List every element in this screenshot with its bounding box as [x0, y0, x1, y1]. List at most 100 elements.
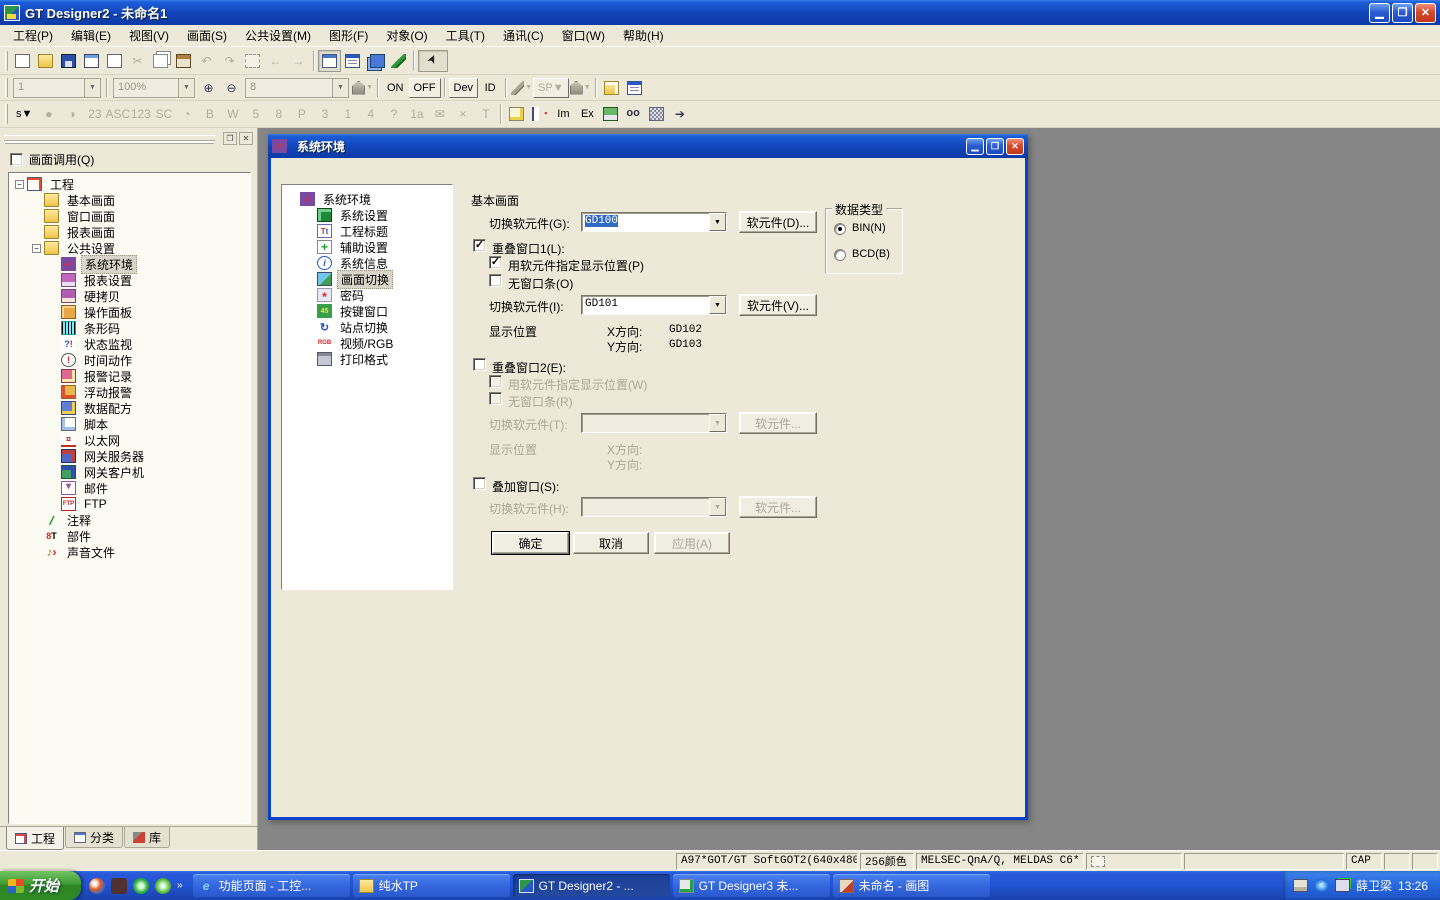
combo-dropdown-icon[interactable]: ▼: [709, 213, 726, 231]
tree-expander-icon[interactable]: −: [32, 244, 41, 253]
task-gtd2[interactable]: GT Designer2 - ...: [513, 874, 670, 897]
device-v-button[interactable]: 软元件(V)...: [739, 294, 817, 316]
project-tree-item[interactable]: 状态监视: [9, 336, 250, 352]
task-folder[interactable]: 纯水TP: [353, 874, 510, 897]
project-tree-item[interactable]: 时间动作: [9, 352, 250, 368]
project-tree-item[interactable]: 报表设置: [9, 272, 250, 288]
project-tree-item[interactable]: 条形码: [9, 320, 250, 336]
grid-on-button[interactable]: ON: [382, 78, 409, 98]
project-tree-item[interactable]: 操作面板: [9, 304, 250, 320]
minimize-button[interactable]: ▁: [1369, 3, 1390, 23]
data-browse-icon[interactable]: ➔: [668, 103, 691, 125]
language-bar-icon[interactable]: <: [1314, 879, 1329, 892]
menu-item-5[interactable]: 图形(F): [320, 25, 377, 46]
comment-pen-icon[interactable]: [387, 50, 410, 72]
menu-item-3[interactable]: 画面(S): [178, 25, 236, 46]
combo-dropdown-icon[interactable]: ▼: [709, 296, 726, 314]
keyboard-icon[interactable]: [1293, 879, 1308, 892]
close-button[interactable]: ✕: [1415, 3, 1436, 23]
zoom-in-icon[interactable]: ⊕: [197, 77, 220, 99]
dialog-close-button[interactable]: ✕: [1006, 138, 1024, 155]
project-tree-item[interactable]: 脚本: [9, 416, 250, 432]
project-tree-item[interactable]: 系统环境: [9, 256, 250, 272]
cancel-button[interactable]: 取消: [573, 532, 649, 554]
panel-grip[interactable]: [4, 135, 215, 141]
dialog-tree-item[interactable]: 系统设置: [282, 207, 452, 223]
zoom-out-icon[interactable]: ⊖: [220, 77, 243, 99]
mesh-icon[interactable]: [645, 103, 668, 125]
menu-item-4[interactable]: 公共设置(M): [236, 25, 320, 46]
project-tree-item[interactable]: 网关服务器: [9, 448, 250, 464]
antivirus-icon[interactable]: [155, 878, 171, 894]
clock[interactable]: 13:26: [1398, 879, 1428, 893]
dialog-tree-item[interactable]: 辅助设置: [282, 239, 452, 255]
panel-float-button[interactable]: ❐: [223, 132, 237, 145]
project-tree-item[interactable]: FTP: [9, 496, 250, 512]
select-cursor-icon[interactable]: [418, 50, 448, 72]
dialog-tree-item[interactable]: 画面切换: [282, 271, 452, 287]
project-tree-item[interactable]: 网关客户机: [9, 464, 250, 480]
media-icon[interactable]: [111, 878, 127, 894]
dialog-tree-item[interactable]: 按键窗口: [282, 303, 452, 319]
overlap1-nobar-checkbox[interactable]: [489, 274, 502, 287]
device-display-button[interactable]: Dev: [449, 78, 479, 98]
menu-item-1[interactable]: 编辑(E): [62, 25, 120, 46]
bcd-radio[interactable]: [834, 249, 846, 261]
menu-item-0[interactable]: 工程(P): [4, 25, 62, 46]
dialog-tree-item[interactable]: 站点切换: [282, 319, 452, 335]
tab-分类[interactable]: 分类: [65, 827, 123, 848]
dialog-tree-item[interactable]: 系统环境: [282, 191, 452, 207]
project-tree-item[interactable]: 浮动报警: [9, 384, 250, 400]
new-screen-icon[interactable]: [11, 50, 34, 72]
overlap1-position-checkbox[interactable]: ✓: [489, 256, 502, 269]
project-tree-item[interactable]: 窗口画面: [9, 208, 250, 224]
menu-item-7[interactable]: 工具(T): [437, 25, 494, 46]
project-tree-item[interactable]: 报警记录: [9, 368, 250, 384]
overlap1-checkbox[interactable]: ✓: [473, 239, 486, 252]
project-tree-item[interactable]: 以太网: [9, 432, 250, 448]
stamp-icon[interactable]: [599, 103, 622, 125]
project-tree-item[interactable]: 基本画面: [9, 192, 250, 208]
task-paint[interactable]: 未命名 - 画图: [833, 874, 990, 897]
project-tree-item[interactable]: 声音文件: [9, 544, 250, 560]
data-view-icon[interactable]: [623, 77, 646, 99]
toolbar-grip[interactable]: [5, 51, 8, 71]
project-tree-item[interactable]: 报表画面: [9, 224, 250, 240]
quick-launch-more-icon[interactable]: »: [177, 880, 183, 891]
save-project-icon[interactable]: [57, 50, 80, 72]
project-tree-item[interactable]: 注释: [9, 512, 250, 528]
dialog-tree-item[interactable]: 密码: [282, 287, 452, 303]
id-display-button[interactable]: ID: [478, 78, 502, 98]
screen-preview-checkbox[interactable]: [10, 153, 23, 166]
toolbar-grip[interactable]: [5, 104, 8, 123]
open-project-icon[interactable]: [34, 50, 57, 72]
menu-item-2[interactable]: 视图(V): [120, 25, 178, 46]
internet-icon[interactable]: [133, 878, 149, 894]
overlap2-checkbox[interactable]: [473, 358, 486, 371]
project-tree-item[interactable]: 数据配方: [9, 400, 250, 416]
report-edit-icon[interactable]: [505, 103, 528, 125]
tab-工程[interactable]: 工程: [6, 827, 64, 850]
messenger-icon[interactable]: [89, 878, 105, 894]
tab-库[interactable]: 库: [124, 827, 170, 848]
menu-item-8[interactable]: 通讯(C): [494, 25, 553, 46]
start-button[interactable]: 开始: [0, 871, 81, 900]
property-sheet-icon[interactable]: [341, 50, 364, 72]
task-gtd3[interactable]: GT Designer3 未...: [673, 874, 830, 897]
open-screen-icon[interactable]: [600, 77, 623, 99]
grid-off-button[interactable]: OFF: [409, 78, 441, 98]
project-tree-item[interactable]: 硬拷贝: [9, 288, 250, 304]
project-tree-item[interactable]: 部件: [9, 528, 250, 544]
workspace-toggle-icon[interactable]: [318, 50, 341, 72]
data-change-icon[interactable]: [528, 103, 551, 125]
dialog-tree-item[interactable]: 工程标题: [282, 223, 452, 239]
panel-close-button[interactable]: ✕: [239, 132, 253, 145]
network-icon[interactable]: [1335, 879, 1350, 892]
import-icon[interactable]: Im: [551, 104, 575, 124]
dialog-minimize-button[interactable]: ▁: [966, 138, 984, 155]
switch-tool-dropdown[interactable]: s▼: [11, 104, 37, 124]
ok-button[interactable]: 确定: [492, 532, 569, 554]
task-ie[interactable]: e功能页面 - 工控...: [193, 874, 350, 897]
find-device-icon[interactable]: [622, 103, 645, 125]
export-icon[interactable]: Ex: [575, 104, 599, 124]
